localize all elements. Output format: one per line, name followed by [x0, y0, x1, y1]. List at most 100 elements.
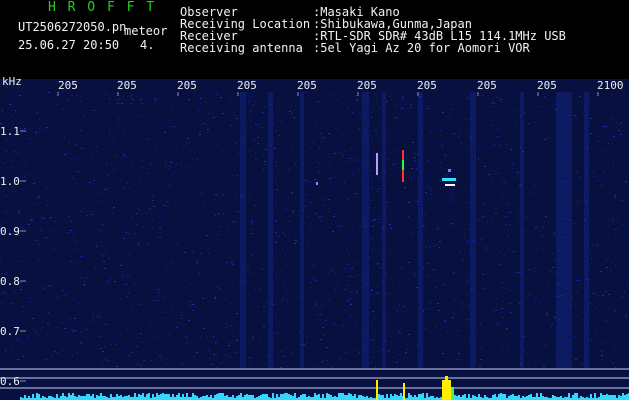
noise-speck	[105, 324, 107, 325]
mode-label: meteor	[124, 24, 168, 38]
noise-speck	[36, 99, 38, 100]
noise-speck	[374, 93, 375, 94]
noise-speck	[84, 208, 85, 209]
noise-speck	[431, 303, 432, 304]
noise-speck	[603, 126, 605, 127]
noise-speck	[608, 246, 609, 247]
noise-speck	[528, 362, 529, 363]
noise-speck	[253, 242, 255, 243]
noise-speck	[274, 333, 276, 334]
noise-speck	[313, 264, 314, 265]
noise-speck	[601, 355, 603, 356]
noise-speck	[340, 153, 342, 154]
noise-speck	[74, 205, 76, 206]
noise-speck	[279, 107, 281, 108]
noise-speck	[159, 294, 160, 295]
noise-speck	[371, 322, 372, 323]
noise-speck	[378, 125, 380, 126]
noise-speck	[315, 213, 317, 214]
noise-speck	[76, 95, 77, 96]
noise-speck	[62, 350, 63, 351]
noise-speck	[482, 95, 484, 96]
noise-speck	[23, 306, 24, 307]
noise-speck	[524, 231, 525, 232]
noise-speck	[306, 180, 307, 181]
noise-speck	[358, 169, 360, 170]
noise-speck	[148, 285, 149, 286]
noise-speck	[177, 179, 179, 180]
noise-speck	[515, 356, 516, 357]
amplitude-bar	[420, 394, 422, 400]
noise-speck	[549, 168, 550, 169]
amplitude-bar	[422, 393, 424, 400]
noise-speck	[327, 163, 329, 164]
noise-speck	[274, 263, 275, 264]
noise-speck	[319, 307, 321, 308]
noise-speck	[26, 203, 27, 204]
noise-speck	[171, 192, 173, 193]
noise-speck	[122, 275, 124, 276]
noise-speck	[486, 222, 488, 223]
noise-speck	[529, 298, 530, 299]
noise-speck	[298, 215, 299, 216]
noise-speck	[390, 315, 391, 316]
spike-1	[376, 380, 378, 400]
noise-speck	[233, 238, 234, 239]
noise-speck	[524, 211, 525, 212]
noise-speck	[212, 274, 213, 275]
noise-speck	[131, 140, 132, 141]
noise-speck	[490, 106, 492, 107]
noise-speck	[19, 213, 20, 214]
noise-speck	[465, 119, 467, 120]
noise-speck	[623, 224, 624, 225]
noise-speck	[12, 344, 14, 345]
noise-speck	[427, 263, 429, 264]
noise-speck	[356, 245, 357, 246]
noise-speck	[195, 331, 197, 332]
noise-speck	[468, 229, 470, 230]
noise-speck	[370, 175, 371, 176]
noise-speck	[500, 119, 501, 120]
noise-speck	[312, 253, 314, 254]
y-tick-6: 0.6	[0, 375, 20, 388]
noise-speck	[430, 190, 432, 191]
noise-speck	[48, 312, 49, 313]
noise-speck	[477, 219, 479, 220]
noise-speck	[276, 161, 277, 162]
noise-speck	[136, 337, 137, 338]
noise-speck	[90, 251, 91, 252]
noise-speck	[439, 207, 441, 208]
noise-speck	[78, 263, 79, 264]
noise-speck	[64, 362, 66, 363]
noise-speck	[412, 340, 414, 341]
noise-speck	[219, 224, 220, 225]
noise-speck	[106, 164, 107, 165]
amplitude-bar	[86, 394, 88, 400]
noise-speck	[109, 134, 110, 135]
noise-speck	[217, 339, 218, 340]
noise-speck	[209, 220, 210, 221]
noise-speck	[86, 347, 88, 348]
noise-speck	[50, 307, 51, 308]
noise-speck	[555, 235, 556, 236]
noise-speck	[251, 155, 252, 156]
noise-speck	[69, 319, 71, 320]
noise-speck	[55, 248, 56, 249]
noise-speck	[468, 336, 470, 337]
noise-speck	[350, 316, 351, 317]
noise-speck	[157, 299, 158, 300]
noise-speck	[609, 134, 611, 135]
noise-speck	[319, 217, 321, 218]
noise-speck	[234, 225, 236, 226]
noise-speck	[291, 192, 293, 193]
noise-speck	[13, 167, 14, 168]
noise-speck	[257, 344, 259, 345]
noise-speck	[117, 309, 118, 310]
noise-speck	[605, 226, 606, 227]
noise-speck	[592, 152, 594, 153]
noise-speck	[102, 255, 103, 256]
noise-speck	[63, 137, 65, 138]
noise-speck	[453, 272, 455, 273]
noise-speck	[187, 138, 189, 139]
noise-speck	[252, 255, 253, 256]
